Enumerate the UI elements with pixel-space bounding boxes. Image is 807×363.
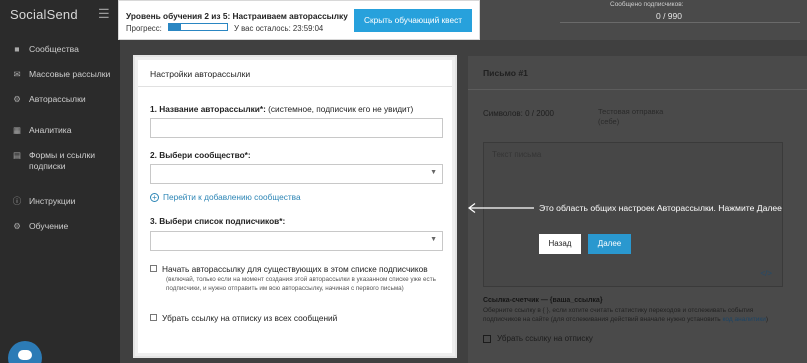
link-counter-description: Оберните ссылку в { }, если хотите счита… — [483, 307, 769, 323]
sidebar: SocialSend ☰ ■ Сообщества ✉ Массовые рас… — [0, 0, 120, 363]
subscriber-list-select[interactable]: ▼ — [150, 231, 443, 251]
tutorial-time-remaining: У вас осталось: 23:59:04 — [234, 24, 324, 33]
code-icon[interactable]: </> — [760, 269, 772, 278]
hide-tutorial-button[interactable]: Скрыть обучающий квест — [354, 9, 472, 32]
form-icon: ▤ — [12, 150, 22, 160]
sidebar-item-label: Массовые рассылки — [29, 69, 111, 79]
list-field-label: 3. Выбери список подписчиков*: — [150, 216, 286, 226]
community-icon: ■ — [14, 44, 20, 54]
sidebar-item-training[interactable]: ⚙ Обучение — [0, 221, 120, 246]
remove-unsubscribe-label: Убрать ссылку на отписку из всех сообщен… — [162, 313, 338, 323]
sidebar-item-automailings[interactable]: ⚙ Авторассылки — [0, 94, 120, 119]
tutorial-hint-text: Это область общих настроек Авторассылки.… — [539, 203, 782, 213]
sidebar-item-mass-mailings[interactable]: ✉ Массовые рассылки — [0, 69, 120, 94]
checkbox[interactable] — [483, 334, 491, 343]
chevron-down-icon: ▼ — [430, 169, 437, 176]
chart-icon: ▦ — [12, 125, 22, 135]
hamburger-icon[interactable]: ☰ — [98, 6, 110, 22]
sidebar-item-label: Сообщества — [29, 44, 79, 54]
sidebar-item-label: Обучение — [29, 221, 69, 231]
letter-unsubscribe-label: Убрать ссылку на отписку — [497, 334, 593, 343]
sidebar-item-label: Авторассылки — [29, 94, 86, 104]
letter-text-placeholder: Текст письма — [492, 150, 542, 159]
letter-text-input[interactable]: Текст письма </> — [483, 142, 783, 287]
left-arrow-icon — [468, 203, 534, 213]
letter-unsubscribe-option[interactable]: Убрать ссылку на отписку — [483, 334, 593, 343]
start-existing-note: (включай, только если на момент создания… — [166, 276, 436, 292]
divider — [560, 22, 800, 23]
community-field-label: 2. Выбери сообщество*: — [150, 150, 251, 160]
chat-bubble-icon — [18, 350, 32, 360]
community-select[interactable]: ▼ — [150, 164, 443, 184]
plus-circle-icon: + — [150, 192, 159, 202]
start-existing-checkbox[interactable] — [150, 265, 157, 272]
tutorial-title: Уровень обучения 2 из 5: Настраиваем авт… — [126, 11, 348, 21]
sidebar-item-forms[interactable]: ▤ Формы и ссылки подписки — [0, 150, 120, 196]
sidebar-item-analytics[interactable]: ▦ Аналитика — [0, 125, 120, 150]
settings-highlight-frame: Настройки авторассылки 1. Название автор… — [133, 55, 457, 358]
sidebar-item-label: Инструкции — [29, 196, 76, 206]
settings-card: Настройки авторассылки 1. Название автор… — [138, 60, 452, 353]
tutorial-progress-label: Прогресс: — [126, 24, 162, 33]
remove-unsubscribe-checkbox[interactable] — [150, 314, 157, 321]
tutorial-progress-bar — [168, 23, 228, 31]
sidebar-item-label: Аналитика — [29, 125, 72, 135]
next-button[interactable]: Далее — [588, 234, 631, 254]
chevron-down-icon: ▼ — [430, 236, 437, 243]
add-community-link-label: Перейти к добавлению сообщества — [163, 192, 301, 202]
info-icon: ⓘ — [12, 196, 22, 206]
letter-title: Письмо #1 — [483, 68, 528, 78]
settings-card-title: Настройки авторассылки — [138, 60, 452, 87]
gear-icon: ⚙ — [13, 221, 21, 231]
add-community-link[interactable]: + Перейти к добавлению сообщества — [150, 192, 301, 202]
sidebar-nav: ■ Сообщества ✉ Массовые рассылки ⚙ Автор… — [0, 44, 120, 246]
chat-icon: ✉ — [13, 69, 21, 79]
start-existing-label: Начать авторассылку для существующих в э… — [162, 264, 428, 274]
sidebar-item-instructions[interactable]: ⓘ Инструкции — [0, 196, 120, 221]
app-logo[interactable]: SocialSend — [10, 7, 78, 22]
symbol-counter: Символов: 0 / 2000 — [483, 109, 554, 118]
divider — [468, 89, 807, 90]
tutorial-bar: Уровень обучения 2 из 5: Настраиваем авт… — [118, 0, 480, 40]
subscribers-value: 0 / 990 — [656, 11, 682, 21]
tutorial-progress-fill — [169, 24, 181, 30]
remove-unsubscribe-option[interactable]: Убрать ссылку на отписку из всех сообщен… — [150, 313, 337, 323]
sidebar-item-label: Формы и ссылки подписки — [29, 150, 96, 171]
link-counter-title: Ссылка-счетчик — {ваша_ссылка} — [483, 297, 603, 304]
name-input[interactable] — [150, 118, 443, 138]
test-send-link[interactable]: Тестовая отправка (себе) — [598, 107, 668, 127]
subscribers-caption: Сообщено подписчиков: — [610, 1, 684, 8]
name-field-label: 1. Название авторассылки*: (системное, п… — [150, 104, 414, 114]
analytics-code-link[interactable]: код аналитики — [723, 316, 766, 323]
start-existing-option[interactable]: Начать авторассылку для существующих в э… — [150, 264, 428, 274]
sidebar-item-communities[interactable]: ■ Сообщества — [0, 44, 120, 69]
back-button[interactable]: Назад — [539, 234, 581, 254]
wrench-icon: ⚙ — [13, 94, 21, 104]
